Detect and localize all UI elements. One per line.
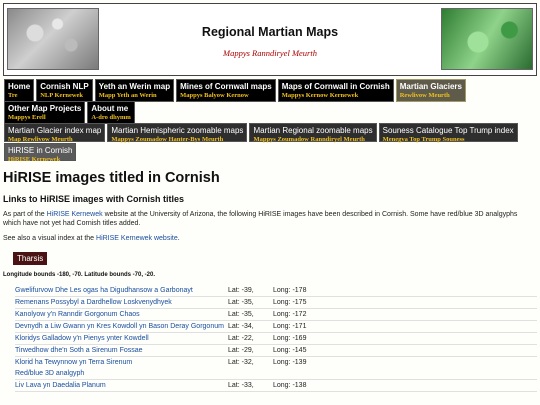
image-link[interactable]: Remenans Possybyl a Dardhellow Loskvenyd…	[15, 298, 228, 307]
nav-glacier-index-map[interactable]: Martian Glacier index map Map Rewlivow Me…	[4, 123, 106, 143]
page-title: HiRISE images titled in Cornish	[3, 170, 220, 186]
nav-yeth-an-werin[interactable]: Yeth an Werin map Mapp Yeth an Werin	[94, 79, 175, 102]
list-item: Kanolyow y'n Ranndir Gorgonum Chaos Lat: …	[15, 309, 537, 321]
nav-hemispheric-maps[interactable]: Martian Hemispheric zoomable maps Mappys …	[107, 123, 248, 143]
nav-mines-of-cornwall[interactable]: Mines of Cornwall maps Mappys Balyow Kern…	[176, 79, 276, 102]
main-content: HiRISE images titled in Cornish Links to…	[3, 170, 537, 392]
nav-about-me[interactable]: About me A-dro dhymm	[87, 101, 135, 124]
region-bounds: Longitude bounds -180, -70. Latitude bou…	[3, 272, 156, 278]
nav-souness-catalogue[interactable]: Souness Catalogue Top Trump index Menegva…	[378, 123, 518, 143]
anaglyph-link[interactable]: Red/blue 3D analgyph	[15, 369, 228, 378]
image-link[interactable]: Devnydh a Liw Gwann yn Kres Kowdoll yn B…	[15, 322, 228, 331]
see-also-paragraph: See also a visual index at the HiRISE Ke…	[3, 235, 180, 242]
list-item: Gwelifurvow Dhe Les ogas ha Digudhansow …	[15, 285, 537, 297]
nav-other-map-projects[interactable]: Other Map Projects Mappys Erell	[4, 101, 86, 124]
section-heading: Links to HiRISE images with Cornish titl…	[3, 194, 185, 204]
nav-cornish-nlp[interactable]: Cornish NLP NLP Kernewek	[36, 79, 93, 102]
hirise-kernewek-link[interactable]: HiRISE Kernewek	[47, 211, 103, 218]
site-header: Regional Martian Maps Mappys Ranndiryel …	[3, 3, 537, 76]
mars-map-thumbnail-right	[441, 8, 533, 70]
mars-glacier-thumbnail-left	[7, 8, 99, 70]
list-item: Red/blue 3D analgyph	[15, 368, 537, 380]
nav-primary: Home Tre Cornish NLP NLP Kernewek Yeth an …	[4, 79, 466, 102]
nav-hirise-in-cornish[interactable]: HiRISE in Cornish HiRISE Kernewek	[4, 143, 77, 163]
image-link[interactable]: Kanolyow y'n Ranndir Gorgonum Chaos	[15, 310, 228, 319]
nav-home[interactable]: Home Tre	[4, 79, 35, 102]
intro-paragraph: As part of the HiRISE Kernewek website a…	[3, 211, 518, 227]
nav-glacier-sections: Martian Glacier index map Map Rewlivow Me…	[4, 123, 518, 143]
list-item: Remenans Possybyl a Dardhellow Loskvenyd…	[15, 297, 537, 309]
image-link[interactable]: Tirwedhow dhe'n Soth a Sirenum Fossae	[15, 346, 228, 355]
list-item: Liv Lava yn Daedalia Planum Lat: -33, Long…	[15, 380, 537, 392]
nav-secondary: Other Map Projects Mappys Erell About me A…	[4, 101, 135, 124]
image-link[interactable]: Gwelifurvow Dhe Les ogas ha Digudhansow …	[15, 286, 228, 295]
nav-martian-glaciers[interactable]: Martian Glaciers Rewlivow Meurth	[395, 79, 466, 102]
list-item: Tirwedhow dhe'n Soth a Sirenum Fossae Lat…	[15, 345, 537, 357]
image-link[interactable]: Liv Lava yn Daedalia Planum	[15, 381, 228, 390]
image-link[interactable]: Klorid ha Tewynnow yn Terra Sirenum	[15, 358, 228, 367]
image-link[interactable]: Kloridys Galladow y'n Pienys ynter Kowde…	[15, 334, 228, 343]
nav-regional-maps[interactable]: Martian Regional zoomable maps Mappys Zou…	[249, 123, 377, 143]
list-item: Kloridys Galladow y'n Pienys ynter Kowde…	[15, 333, 537, 345]
list-item: Devnydh a Liw Gwann yn Kres Kowdoll yn B…	[15, 321, 537, 333]
region-tag-tharsis: Tharsis	[13, 252, 48, 265]
list-item: Klorid ha Tewynnow yn Terra Sirenum Lat: …	[15, 358, 307, 367]
nav-hirise: HiRISE in Cornish HiRISE Kernewek	[4, 143, 77, 163]
nav-maps-of-cornwall[interactable]: Maps of Cornwall in Cornish Mappys Kernow…	[277, 79, 394, 102]
hirise-image-list: Gwelifurvow Dhe Les ogas ha Digudhansow …	[15, 285, 537, 392]
hirise-kernewek-website-link[interactable]: HiRISE Kernewek website	[96, 235, 178, 242]
